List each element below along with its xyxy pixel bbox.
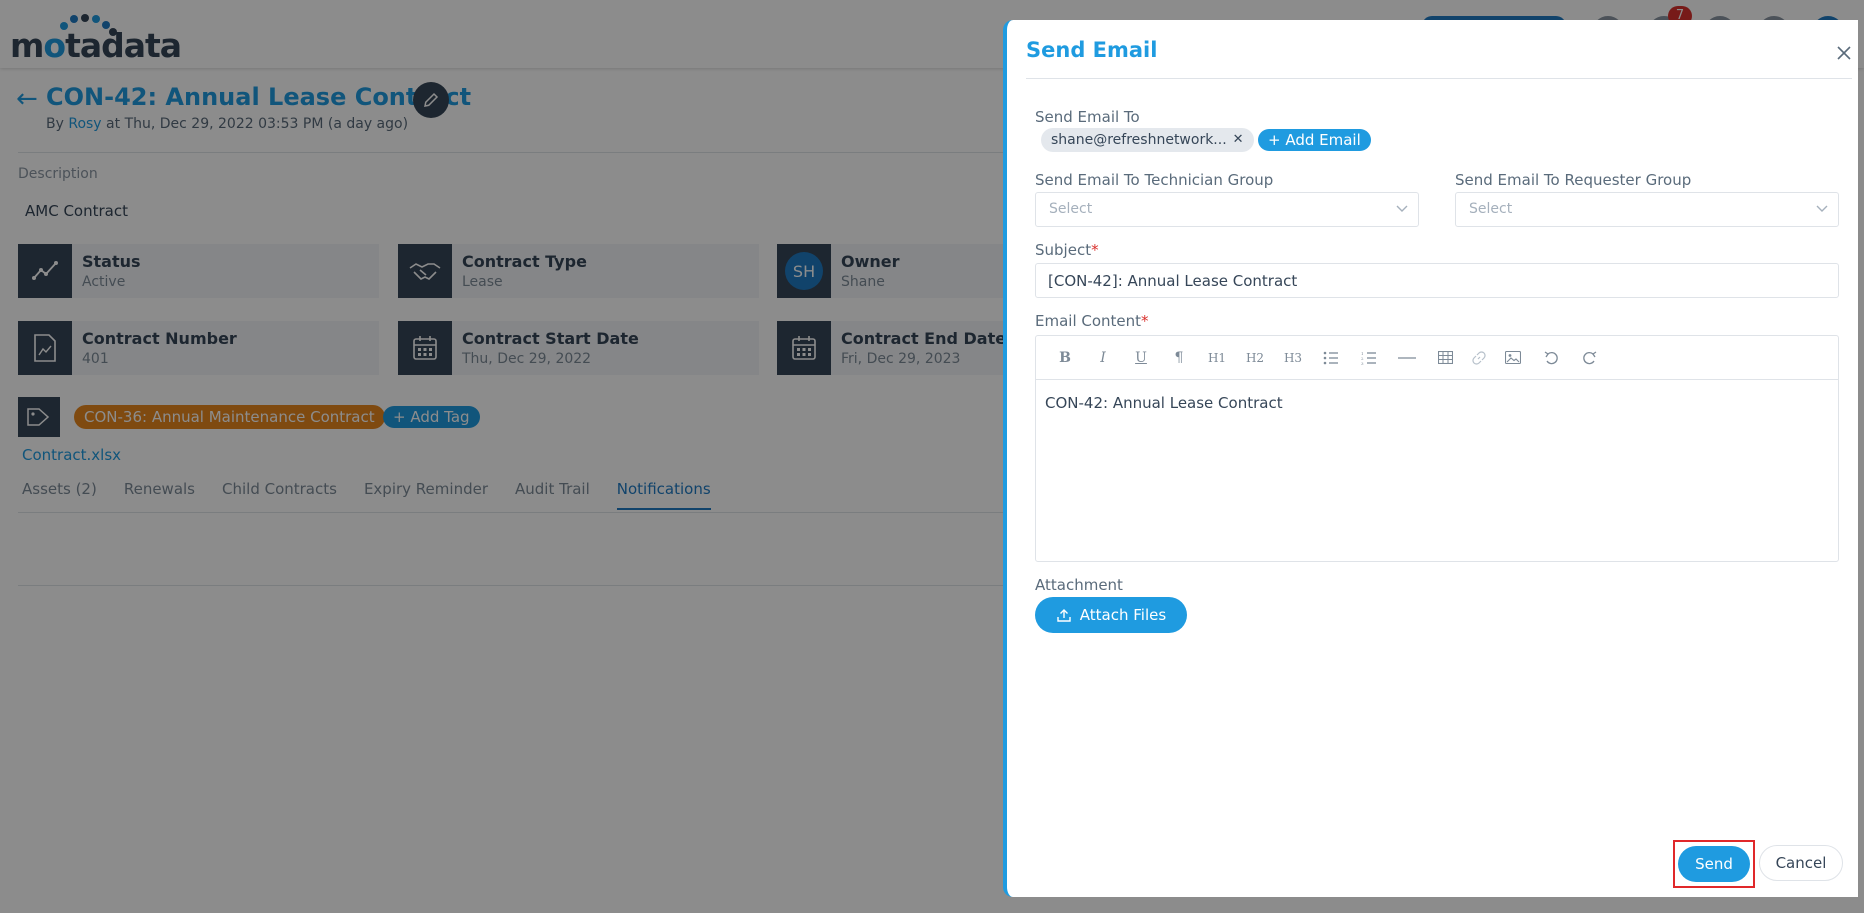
ordered-list-icon[interactable]: 123: [1350, 345, 1388, 371]
svg-text:3: 3: [1361, 361, 1364, 365]
send-button[interactable]: Send: [1678, 846, 1750, 882]
chevron-down-icon: [1816, 205, 1828, 212]
editor-toolbar: B I U ¶ H1 H2 H3 123: [1036, 336, 1838, 380]
close-icon[interactable]: [1831, 40, 1857, 66]
email-content-editor[interactable]: B I U ¶ H1 H2 H3 123 CON-42: Annual Leas…: [1035, 335, 1839, 562]
horizontal-rule-icon[interactable]: [1388, 345, 1426, 371]
redo-icon[interactable]: [1570, 345, 1608, 371]
content-label: Email Content*: [1035, 312, 1149, 330]
req-group-label: Send Email To Requester Group: [1455, 171, 1692, 189]
image-icon[interactable]: [1494, 345, 1532, 371]
email-chip-text: shane@refreshnetwork...: [1051, 132, 1227, 148]
drawer-title: Send Email: [1026, 38, 1158, 62]
tech-group-label: Send Email To Technician Group: [1035, 171, 1274, 189]
email-content-text: CON-42: Annual Lease Contract: [1045, 394, 1283, 412]
upload-icon: [1057, 608, 1071, 622]
chevron-down-icon: [1396, 205, 1408, 212]
bold-button[interactable]: B: [1046, 345, 1084, 371]
send-button-highlight: Send: [1673, 840, 1755, 888]
subject-label: Subject*: [1035, 241, 1099, 259]
heading-2-button[interactable]: H2: [1236, 345, 1274, 371]
underline-button[interactable]: U: [1122, 345, 1160, 371]
undo-icon[interactable]: [1532, 345, 1570, 371]
add-email-button[interactable]: + Add Email: [1258, 129, 1371, 151]
req-group-placeholder: Select: [1469, 201, 1513, 217]
plus-icon: +: [1268, 131, 1286, 149]
req-group-select[interactable]: Select: [1455, 192, 1839, 227]
required-asterisk: *: [1091, 241, 1099, 259]
link-icon[interactable]: [1464, 345, 1494, 371]
email-chip[interactable]: shane@refreshnetwork... ✕: [1041, 128, 1254, 152]
attach-files-button[interactable]: Attach Files: [1035, 597, 1187, 633]
send-to-label: Send Email To: [1035, 108, 1140, 126]
divider: [1026, 78, 1852, 79]
attach-files-label: Attach Files: [1079, 606, 1167, 624]
subject-label-text: Subject: [1035, 241, 1092, 259]
heading-3-button[interactable]: H3: [1274, 345, 1312, 371]
paragraph-button[interactable]: ¶: [1160, 345, 1198, 371]
bullet-list-icon[interactable]: [1312, 345, 1350, 371]
italic-button[interactable]: I: [1084, 345, 1122, 371]
content-label-text: Email Content: [1035, 312, 1142, 330]
tech-group-select[interactable]: Select: [1035, 192, 1419, 227]
send-email-drawer: Send Email Send Email To shane@refreshne…: [1003, 20, 1858, 897]
attachment-label: Attachment: [1035, 576, 1123, 594]
required-asterisk: *: [1141, 312, 1149, 330]
heading-1-button[interactable]: H1: [1198, 345, 1236, 371]
add-email-label: Add Email: [1285, 131, 1361, 149]
subject-input[interactable]: [CON-42]: Annual Lease Contract: [1035, 263, 1839, 298]
table-icon[interactable]: [1426, 345, 1464, 371]
cancel-button[interactable]: Cancel: [1759, 845, 1843, 881]
remove-chip-icon[interactable]: ✕: [1233, 128, 1244, 152]
tech-group-placeholder: Select: [1049, 201, 1093, 217]
